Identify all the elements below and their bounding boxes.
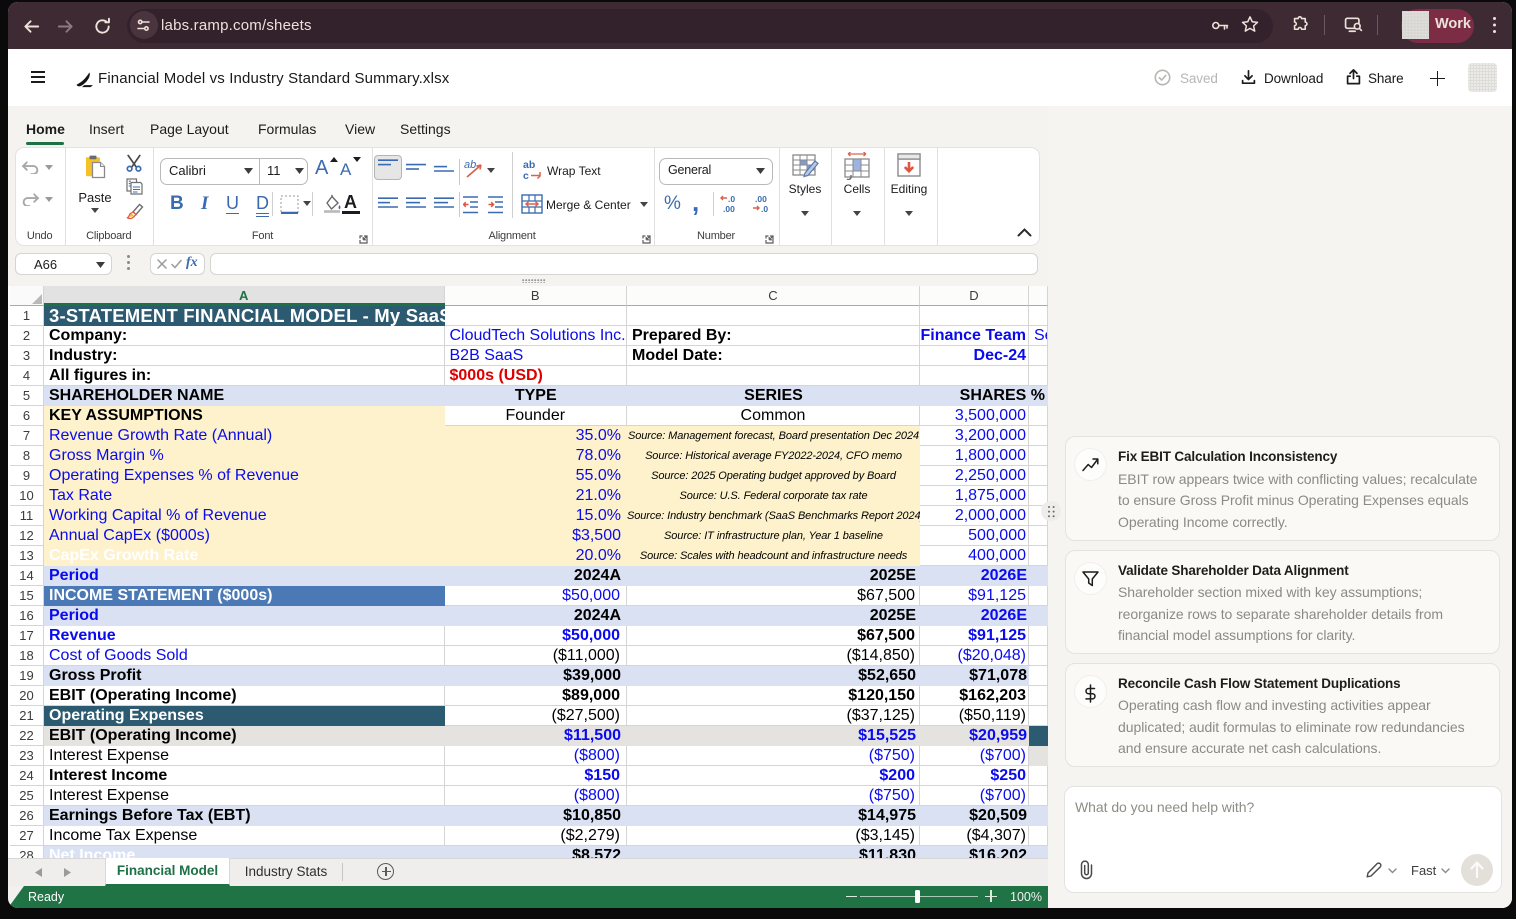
svg-text:.00: .00: [723, 204, 735, 213]
svg-text:.0: .0: [728, 194, 735, 204]
svg-text:ab: ab: [464, 159, 476, 171]
svg-text:.0: .0: [761, 204, 768, 213]
svg-text:c: c: [523, 170, 529, 181]
svg-text:.00: .00: [755, 194, 767, 204]
